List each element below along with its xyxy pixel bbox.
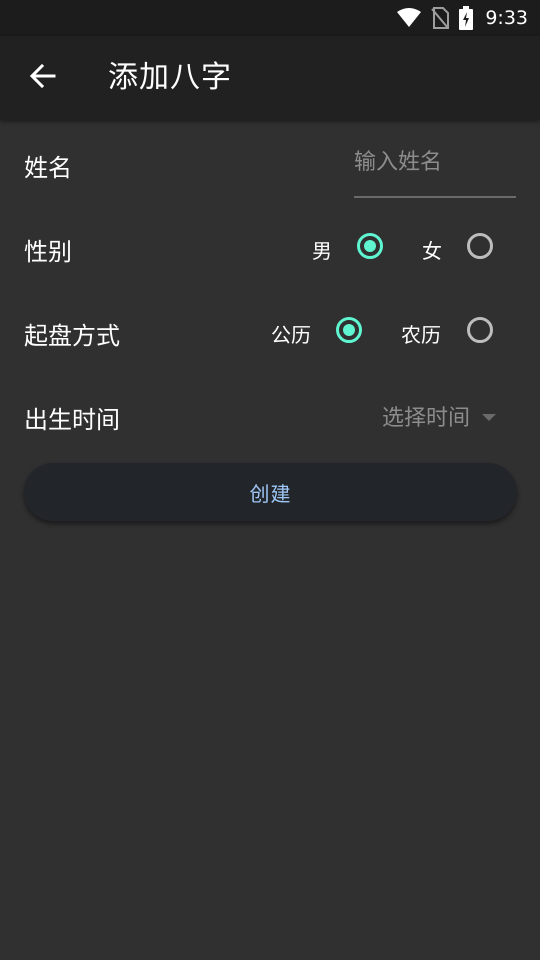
page-title: 添加八字 [108, 60, 232, 95]
name-label: 姓名 [24, 154, 72, 182]
solar-calendar-label: 公历 [271, 323, 311, 347]
wifi-icon [397, 8, 422, 28]
gender-female-radio[interactable] [467, 233, 493, 259]
gender-male-label: 男 [312, 239, 332, 263]
name-input[interactable] [354, 140, 516, 198]
no-sim-icon [431, 7, 450, 29]
gender-label: 性别 [24, 238, 72, 266]
solar-calendar-radio[interactable] [336, 317, 362, 343]
create-button[interactable]: 创建 [24, 463, 517, 521]
gender-male-radio[interactable] [357, 233, 383, 259]
app-bar: 添加八字 [0, 36, 540, 120]
status-bar: 9:33 [0, 0, 540, 36]
calendar-type-label: 起盘方式 [24, 322, 120, 350]
arrow-left-icon [28, 62, 56, 94]
battery-charging-icon [459, 6, 474, 30]
birth-time-select[interactable]: 选择时间 [382, 396, 497, 436]
birth-time-value: 选择时间 [382, 406, 471, 431]
lunar-calendar-radio[interactable] [467, 317, 493, 343]
lunar-calendar-label: 农历 [401, 323, 441, 347]
birth-time-label: 出生时间 [24, 406, 120, 434]
status-time: 9:33 [485, 7, 528, 29]
chevron-down-icon [482, 407, 497, 426]
gender-female-label: 女 [422, 239, 442, 263]
back-button[interactable] [18, 54, 66, 102]
